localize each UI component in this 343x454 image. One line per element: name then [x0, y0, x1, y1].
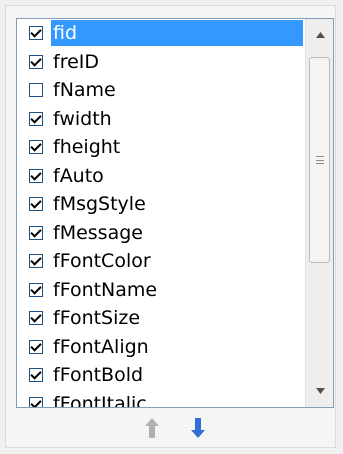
field-label: fFontColor: [53, 250, 151, 273]
field-checkbox[interactable]: [29, 197, 43, 212]
field-label: fMsgStyle: [53, 193, 146, 216]
field-list: fid freID fName fwidth fheight fAuto fMsgStyle…: [17, 19, 307, 408]
arrow-up-icon: [145, 418, 159, 438]
field-checkbox[interactable]: [29, 339, 43, 354]
field-listbox[interactable]: fid freID fName fwidth fheight fAuto fMsgStyle…: [16, 18, 334, 408]
field-checkbox[interactable]: [29, 396, 43, 407]
field-checkbox[interactable]: [29, 83, 43, 98]
move-up-button[interactable]: [141, 416, 163, 440]
field-checkbox[interactable]: [29, 225, 43, 240]
vertical-scrollbar[interactable]: [305, 19, 333, 407]
field-label: fFontBold: [53, 364, 144, 387]
field-label: fwidth: [53, 107, 112, 130]
field-label: fName: [53, 79, 116, 102]
field-list-item[interactable]: fName: [17, 76, 307, 105]
field-list-item[interactable]: fFontColor: [17, 247, 307, 276]
field-label: freID: [53, 50, 100, 73]
field-list-item[interactable]: fAuto: [17, 162, 307, 191]
field-list-item[interactable]: fMessage: [17, 219, 307, 248]
thumb-grip-icon: [315, 156, 324, 164]
field-label: fFontSize: [53, 307, 141, 330]
field-checkbox[interactable]: [29, 254, 43, 269]
field-list-item[interactable]: freID: [17, 48, 307, 77]
scrollbar-thumb[interactable]: [309, 57, 330, 263]
field-checkbox[interactable]: [29, 54, 43, 69]
field-checkbox[interactable]: [29, 111, 43, 126]
field-list-item[interactable]: fFontAlign: [17, 333, 307, 362]
field-list-item[interactable]: fFontSize: [17, 304, 307, 333]
field-checkbox[interactable]: [29, 368, 43, 383]
field-checkbox[interactable]: [29, 282, 43, 297]
field-label: fAuto: [53, 164, 104, 187]
scroll-down-button[interactable]: [307, 376, 333, 406]
field-label: fMessage: [53, 221, 143, 244]
move-down-button[interactable]: [187, 416, 209, 440]
field-list-item[interactable]: fFontBold: [17, 361, 307, 390]
scroll-up-arrow-icon: [315, 32, 325, 38]
field-checkbox[interactable]: [29, 168, 43, 183]
field-checkbox[interactable]: [29, 311, 43, 326]
field-list-item[interactable]: fheight: [17, 133, 307, 162]
field-label: fFontName: [53, 278, 158, 301]
field-list-item[interactable]: fFontItalic: [17, 390, 307, 408]
field-checkbox[interactable]: [29, 26, 43, 41]
field-label: fFontItalic: [53, 392, 147, 408]
scroll-up-button[interactable]: [307, 20, 333, 50]
field-checkbox[interactable]: [29, 140, 43, 155]
scroll-down-arrow-icon: [315, 388, 325, 394]
field-label: fheight: [53, 136, 121, 159]
field-list-item[interactable]: fFontName: [17, 276, 307, 305]
field-list-item[interactable]: fwidth: [17, 105, 307, 134]
arrow-down-icon: [191, 418, 205, 438]
reorder-toolbar: [16, 410, 334, 446]
field-list-item[interactable]: fid: [17, 19, 307, 48]
field-list-item[interactable]: fMsgStyle: [17, 190, 307, 219]
field-label: fFontAlign: [53, 335, 149, 358]
field-label: fid: [51, 20, 303, 47]
